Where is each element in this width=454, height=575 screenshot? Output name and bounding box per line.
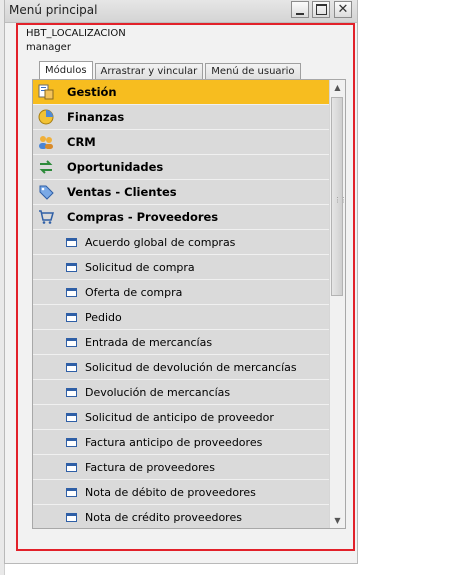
menu-item-nota-credito[interactable]: Nota de crédito proveedores bbox=[33, 505, 345, 528]
form-window-icon bbox=[66, 238, 77, 247]
menu-item-label: Entrada de mercancías bbox=[85, 335, 213, 349]
module-ventas-clientes[interactable]: Ventas - Clientes bbox=[33, 180, 345, 205]
arrow-up-icon: ▲ bbox=[334, 83, 341, 92]
module-oportunidades[interactable]: Oportunidades bbox=[33, 155, 345, 180]
module-tree: Gestión Finanzas CRM Oportunidades Venta… bbox=[32, 79, 346, 529]
module-label: Gestión bbox=[67, 85, 117, 99]
menu-item-solicitud-compra[interactable]: Solicitud de compra bbox=[33, 255, 345, 280]
close-icon: ✕ bbox=[337, 2, 349, 17]
close-button[interactable]: ✕ bbox=[334, 1, 352, 18]
form-window-icon bbox=[66, 463, 77, 472]
form-window-icon bbox=[66, 513, 77, 522]
menu-item-label: Nota de débito de proveedores bbox=[85, 485, 256, 499]
crm-people-icon bbox=[39, 136, 53, 149]
minimize-icon bbox=[296, 12, 304, 15]
gestion-icon bbox=[38, 84, 54, 100]
module-list: Gestión Finanzas CRM Oportunidades Venta… bbox=[33, 80, 345, 528]
highlight-frame: HBT_LOCALIZACION manager Módulos Arrastr… bbox=[16, 23, 355, 551]
menu-item-label: Solicitud de devolución de mercancías bbox=[85, 360, 297, 374]
menu-item-solicitud-anticipo[interactable]: Solicitud de anticipo de proveedor bbox=[33, 405, 345, 430]
menu-item-factura-proveedores[interactable]: Factura de proveedores bbox=[33, 455, 345, 480]
form-window-icon bbox=[66, 338, 77, 347]
oportunidades-arrows-icon bbox=[39, 160, 53, 174]
tab-bar: Módulos Arrastrar y vincular Menú de usu… bbox=[39, 61, 303, 80]
arrow-down-icon: ▼ bbox=[334, 516, 341, 525]
tab-modulos[interactable]: Módulos bbox=[39, 61, 93, 80]
menu-item-nota-debito[interactable]: Nota de débito de proveedores bbox=[33, 480, 345, 505]
form-window-icon bbox=[66, 288, 77, 297]
module-label: Oportunidades bbox=[67, 160, 164, 174]
grip-icon: ⋮⋮ bbox=[334, 196, 346, 204]
menu-item-devolucion-mercancias[interactable]: Devolución de mercancías bbox=[33, 380, 345, 405]
form-window-icon bbox=[66, 263, 77, 272]
maximize-button[interactable] bbox=[312, 1, 330, 18]
menu-item-label: Solicitud de compra bbox=[85, 260, 195, 274]
company-name: HBT_LOCALIZACION bbox=[26, 28, 126, 39]
menu-item-label: Acuerdo global de compras bbox=[85, 235, 236, 249]
module-gestion[interactable]: Gestión bbox=[33, 80, 345, 105]
module-finanzas[interactable]: Finanzas bbox=[33, 105, 345, 130]
menu-item-label: Devolución de mercancías bbox=[85, 385, 231, 399]
main-menu-window: Menú principal ✕ HBT_LOCALIZACION manage… bbox=[4, 0, 358, 564]
menu-item-oferta-compra[interactable]: Oferta de compra bbox=[33, 280, 345, 305]
menu-item-label: Oferta de compra bbox=[85, 285, 183, 299]
module-compras-proveedores[interactable]: Compras - Proveedores bbox=[33, 205, 345, 230]
window-title: Menú principal bbox=[9, 3, 98, 17]
scroll-down-button[interactable]: ▼ bbox=[331, 513, 344, 528]
finanzas-pie-icon bbox=[38, 109, 54, 125]
form-window-icon bbox=[66, 388, 77, 397]
title-bar[interactable]: Menú principal ✕ bbox=[5, 0, 357, 23]
scroll-up-button[interactable]: ▲ bbox=[331, 80, 344, 95]
menu-item-label: Solicitud de anticipo de proveedor bbox=[85, 410, 274, 424]
maximize-icon bbox=[315, 4, 327, 15]
menu-item-acuerdo-global[interactable]: Acuerdo global de compras bbox=[33, 230, 345, 255]
module-label: Ventas - Clientes bbox=[67, 185, 177, 199]
tag-icon bbox=[39, 185, 54, 200]
form-window-icon bbox=[66, 488, 77, 497]
cart-icon bbox=[39, 210, 54, 224]
form-window-icon bbox=[66, 313, 77, 322]
menu-item-solicitud-devolucion[interactable]: Solicitud de devolución de mercancías bbox=[33, 355, 345, 380]
form-window-icon bbox=[66, 438, 77, 447]
menu-item-label: Factura de proveedores bbox=[85, 460, 215, 474]
user-name: manager bbox=[26, 42, 71, 53]
module-label: Compras - Proveedores bbox=[67, 210, 219, 224]
menu-item-pedido[interactable]: Pedido bbox=[33, 305, 345, 330]
menu-item-entrada-mercancias[interactable]: Entrada de mercancías bbox=[33, 330, 345, 355]
scroll-thumb[interactable]: ⋮⋮ bbox=[331, 97, 346, 296]
menu-item-label: Factura anticipo de proveedores bbox=[85, 435, 263, 449]
form-window-icon bbox=[66, 413, 77, 422]
minimize-button[interactable] bbox=[291, 1, 309, 18]
menu-item-label: Nota de crédito proveedores bbox=[85, 510, 242, 524]
vertical-scrollbar[interactable]: ▲ ⋮⋮ ▼ bbox=[329, 80, 345, 528]
menu-item-factura-anticipo[interactable]: Factura anticipo de proveedores bbox=[33, 430, 345, 455]
module-label: Finanzas bbox=[67, 110, 125, 124]
tab-arrastrar-vincular[interactable]: Arrastrar y vincular bbox=[94, 63, 204, 80]
tab-menu-usuario[interactable]: Menú de usuario bbox=[205, 63, 301, 80]
module-crm[interactable]: CRM bbox=[33, 130, 345, 155]
form-window-icon bbox=[66, 363, 77, 372]
menu-item-label: Pedido bbox=[85, 310, 122, 324]
module-label: CRM bbox=[67, 135, 96, 149]
